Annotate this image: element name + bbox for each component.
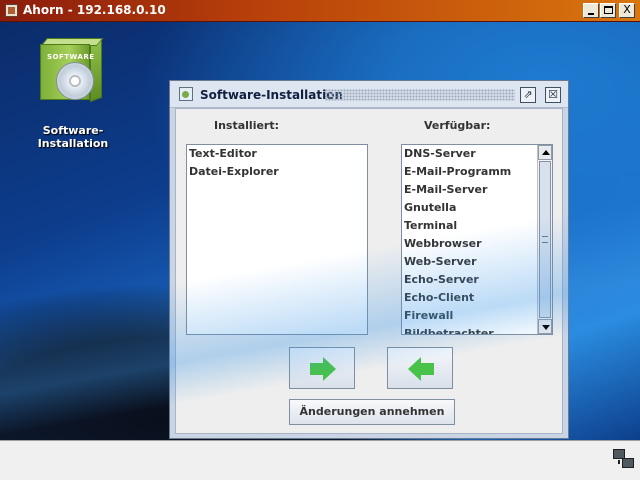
scroll-up-icon[interactable]	[538, 145, 552, 160]
minimize-icon	[588, 13, 594, 15]
dialog-body: Installiert: Verfügbar: Text-Editor Date…	[175, 108, 563, 434]
list-item[interactable]: Bildbetrachter	[402, 325, 552, 334]
close-button[interactable]: X	[619, 3, 635, 18]
available-label: Verfügbar:	[424, 119, 491, 132]
software-installation-dialog: Software-Installation ⇗ ☒ Installiert: V…	[169, 80, 569, 439]
installed-label: Installiert:	[214, 119, 280, 132]
desktop: SOFTWARE Software-Installation Software-…	[0, 22, 640, 440]
list-item[interactable]: E-Mail-Server	[402, 181, 552, 199]
list-item[interactable]: DNS-Server	[402, 145, 552, 163]
app-icon	[5, 4, 18, 17]
list-item[interactable]: Terminal	[402, 217, 552, 235]
install-arrow-button[interactable]	[289, 347, 355, 389]
list-item[interactable]: Echo-Client	[402, 289, 552, 307]
popout-button[interactable]: ⇗	[520, 87, 536, 103]
software-box-icon: SOFTWARE	[40, 37, 104, 103]
maximize-icon	[604, 6, 613, 14]
list-item[interactable]: Gnutella	[402, 199, 552, 217]
dialog-app-icon	[179, 87, 193, 101]
software-box-text: SOFTWARE	[47, 53, 95, 61]
list-item[interactable]: Webbrowser	[402, 235, 552, 253]
installed-list[interactable]: Text-Editor Datei-Explorer	[186, 144, 368, 335]
available-list-scrollbar[interactable]	[537, 145, 552, 334]
close-icon: ☒	[548, 88, 558, 101]
desktop-icon-software-installation[interactable]: SOFTWARE Software-Installation	[10, 37, 136, 150]
scroll-thumb[interactable]	[539, 161, 551, 318]
list-item[interactable]: Firewall	[402, 307, 552, 325]
cd-disc-icon	[56, 62, 94, 100]
scroll-down-icon[interactable]	[538, 319, 552, 334]
list-item[interactable]: Web-Server	[402, 253, 552, 271]
dialog-title: Software-Installation	[200, 88, 344, 102]
available-list[interactable]: DNS-Server E-Mail-Programm E-Mail-Server…	[401, 144, 553, 335]
window-titlebar[interactable]: Ahorn - 192.168.0.10 X	[0, 0, 640, 22]
dialog-close-button[interactable]: ☒	[545, 87, 561, 103]
taskbar	[0, 440, 640, 480]
desktop-icon-label: Software-Installation	[37, 124, 109, 150]
popout-icon: ⇗	[523, 88, 533, 101]
dialog-titlebar[interactable]: Software-Installation ⇗ ☒	[170, 81, 568, 108]
arrow-right-icon	[310, 357, 336, 381]
network-monitor-icon[interactable]	[613, 449, 635, 471]
titlebar-grip	[325, 89, 515, 101]
list-item[interactable]: E-Mail-Programm	[402, 163, 552, 181]
list-item[interactable]: Text-Editor	[187, 145, 367, 163]
list-item[interactable]: Datei-Explorer	[187, 163, 367, 181]
uninstall-arrow-button[interactable]	[387, 347, 453, 389]
maximize-button[interactable]	[600, 3, 616, 18]
list-item[interactable]: Echo-Server	[402, 271, 552, 289]
close-icon: X	[623, 3, 631, 16]
apply-changes-button[interactable]: Änderungen annehmen	[289, 399, 455, 425]
minimize-button[interactable]	[583, 3, 599, 18]
arrow-left-icon	[408, 357, 434, 381]
window-title: Ahorn - 192.168.0.10	[23, 3, 166, 17]
